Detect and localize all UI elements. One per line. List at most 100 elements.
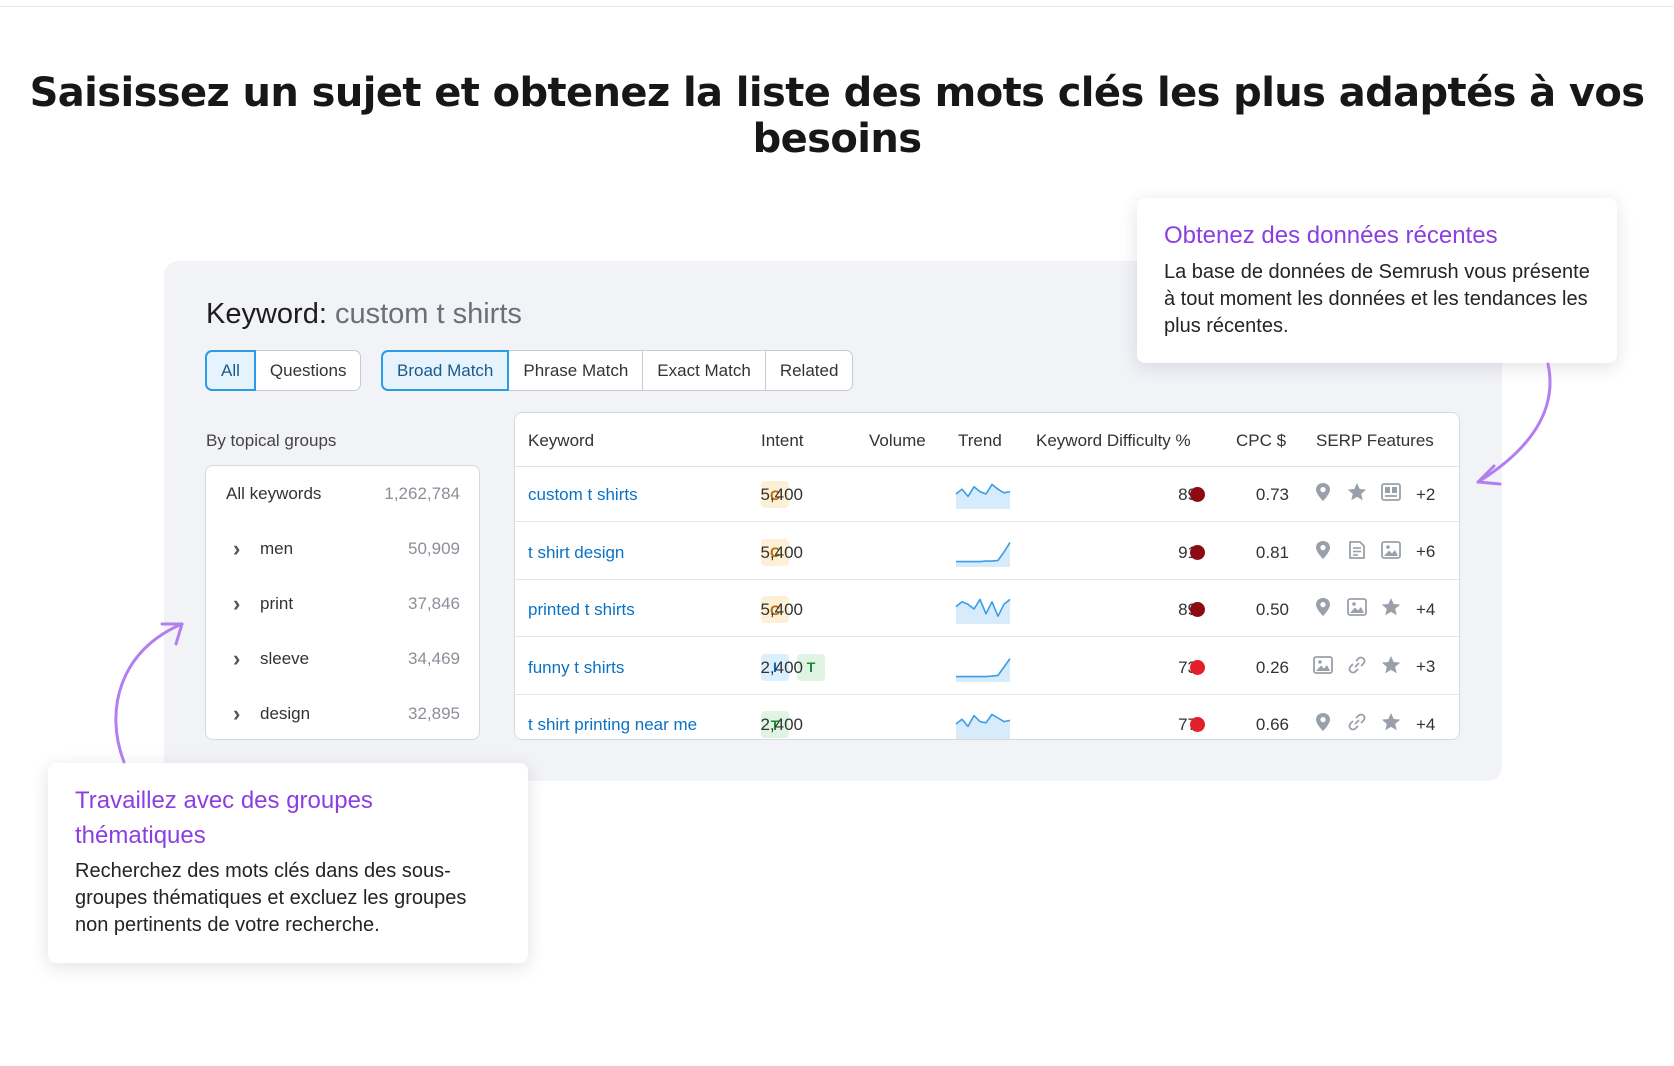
group-name: design (260, 703, 311, 723)
group-row-design[interactable]: › design 32,895 (206, 686, 479, 741)
top-divider (0, 0, 1674, 7)
serp-features-cell[interactable]: +6 (1312, 539, 1435, 566)
keyword-link[interactable]: t shirt printing near me (528, 715, 697, 735)
chevron-right-icon[interactable]: › (233, 701, 240, 727)
match-type-tabs: Broad Match Phrase Match Exact Match Rel… (381, 350, 854, 391)
group-row-sleeve[interactable]: › sleeve 34,469 (206, 631, 479, 686)
volume-value: 5,400 (760, 542, 803, 562)
difficulty-indicator-dot (1190, 487, 1205, 502)
tab-related[interactable]: Related (764, 350, 854, 391)
column-header-trend[interactable]: Trend (958, 431, 1002, 451)
keyword-link[interactable]: t shirt design (528, 543, 624, 563)
cpc-value: 0.73 (1255, 485, 1289, 504)
topical-groups-list: All keywords 1,262,784 › men 50,909 › pr… (205, 465, 480, 740)
star-icon (1346, 481, 1368, 508)
chevron-right-icon[interactable]: › (233, 591, 240, 617)
group-row-all-keywords[interactable]: All keywords 1,262,784 (206, 466, 479, 521)
serp-more-count[interactable]: +3 (1416, 657, 1435, 677)
callout-recent-data: Obtenez des données récentes La base de … (1137, 198, 1617, 363)
keyword-title: Keyword: custom t shirts (206, 298, 522, 331)
location-pin-icon (1312, 711, 1334, 738)
callout-title: Obtenez des données récentes (1164, 222, 1498, 249)
group-row-print[interactable]: › print 37,846 (206, 576, 479, 631)
curved-arrow-icon (114, 622, 184, 764)
group-name: sleeve (260, 648, 310, 668)
trend-sparkline (955, 594, 1011, 624)
group-name: All keywords (226, 483, 322, 503)
volume-value: 2,400 (760, 657, 803, 677)
location-pin-icon (1312, 596, 1334, 623)
curved-arrow-icon (1476, 362, 1552, 486)
group-name: men (260, 538, 294, 558)
trend-sparkline (955, 652, 1011, 682)
keyword-link[interactable]: custom t shirts (528, 485, 638, 505)
column-header-volume[interactable]: Volume (869, 431, 926, 451)
table-row[interactable]: t shirt printing near me T 2,400 77 0.66 +4 (515, 697, 1459, 739)
trend-sparkline (955, 537, 1011, 567)
star-icon (1380, 711, 1402, 738)
column-header-keyword-difficulty[interactable]: Keyword Difficulty % (1036, 431, 1191, 451)
group-name: print (260, 593, 294, 613)
difficulty-indicator-dot (1190, 602, 1205, 617)
keywords-table: Keyword Intent Volume Trend Keyword Diff… (514, 412, 1460, 740)
column-header-serp-features[interactable]: SERP Features (1316, 431, 1434, 451)
volume-value: 2,400 (760, 715, 803, 734)
table-row[interactable]: t shirt design C 5,400 91 0.81 +6 (515, 525, 1459, 580)
callout-body: La base de données de Semrush vous prése… (1164, 261, 1590, 337)
group-count: 37,846 (408, 593, 460, 613)
image-icon (1380, 539, 1402, 566)
group-count: 32,895 (408, 703, 460, 723)
serp-features-cell[interactable]: +2 (1312, 481, 1435, 508)
table-header: Keyword Intent Volume Trend Keyword Diff… (515, 413, 1459, 467)
cpc-value: 0.66 (1255, 715, 1289, 734)
group-count: 1,262,784 (384, 483, 460, 503)
cpc-value: 0.26 (1255, 657, 1289, 677)
keyword-link[interactable]: funny t shirts (528, 658, 624, 678)
group-count: 50,909 (408, 538, 460, 558)
location-pin-icon (1312, 481, 1334, 508)
tab-phrase-match[interactable]: Phrase Match (508, 350, 644, 391)
article-icon (1346, 539, 1368, 566)
topical-groups-label: By topical groups (206, 431, 337, 450)
ad-icon (1380, 481, 1402, 508)
serp-more-count[interactable]: +2 (1416, 485, 1435, 505)
column-header-keyword[interactable]: Keyword (528, 431, 594, 451)
keyword-value: custom t shirts (334, 298, 522, 330)
image-icon (1312, 654, 1334, 681)
callout-title: Travaillez avec des groupes thématiques (75, 787, 373, 849)
cpc-value: 0.50 (1255, 600, 1289, 619)
table-row[interactable]: funny t shirts I T 2,400 73 0.26 +3 (515, 640, 1459, 695)
serp-more-count[interactable]: +4 (1416, 715, 1435, 735)
cpc-value: 0.81 (1255, 542, 1289, 562)
table-row[interactable]: custom t shirts C 5,400 89 0.73 +2 (515, 467, 1459, 522)
group-count: 34,469 (408, 648, 460, 668)
serp-more-count[interactable]: +6 (1416, 542, 1435, 562)
link-icon (1346, 711, 1368, 738)
keyword-link[interactable]: printed t shirts (528, 600, 635, 620)
column-header-intent[interactable]: Intent (761, 431, 804, 451)
star-icon (1380, 596, 1402, 623)
column-header-cpc[interactable]: CPC $ (1236, 431, 1286, 451)
difficulty-indicator-dot (1190, 717, 1205, 732)
trend-sparkline (955, 709, 1011, 739)
difficulty-indicator-dot (1190, 544, 1205, 560)
serp-more-count[interactable]: +4 (1416, 600, 1435, 620)
star-icon (1380, 654, 1402, 681)
tab-all[interactable]: All (205, 350, 256, 391)
volume-value: 5,400 (760, 600, 803, 619)
image-icon (1346, 596, 1368, 623)
serp-features-cell[interactable]: +3 (1312, 654, 1435, 681)
link-icon (1346, 654, 1368, 681)
serp-features-cell[interactable]: +4 (1312, 711, 1435, 738)
chevron-right-icon[interactable]: › (233, 646, 240, 672)
tab-exact-match[interactable]: Exact Match (642, 350, 766, 391)
group-row-men[interactable]: › men 50,909 (206, 521, 479, 576)
serp-features-cell[interactable]: +4 (1312, 596, 1435, 623)
callout-body: Recherchez des mots clés dans des sous-g… (75, 860, 467, 936)
callout-topical-groups: Travaillez avec des groupes thématiques … (48, 763, 528, 963)
tab-questions[interactable]: Questions (254, 350, 362, 391)
volume-value: 5,400 (760, 485, 803, 504)
chevron-right-icon[interactable]: › (233, 536, 240, 562)
tab-broad-match[interactable]: Broad Match (381, 350, 510, 391)
table-row[interactable]: printed t shirts C 5,400 89 0.50 +4 (515, 582, 1459, 637)
